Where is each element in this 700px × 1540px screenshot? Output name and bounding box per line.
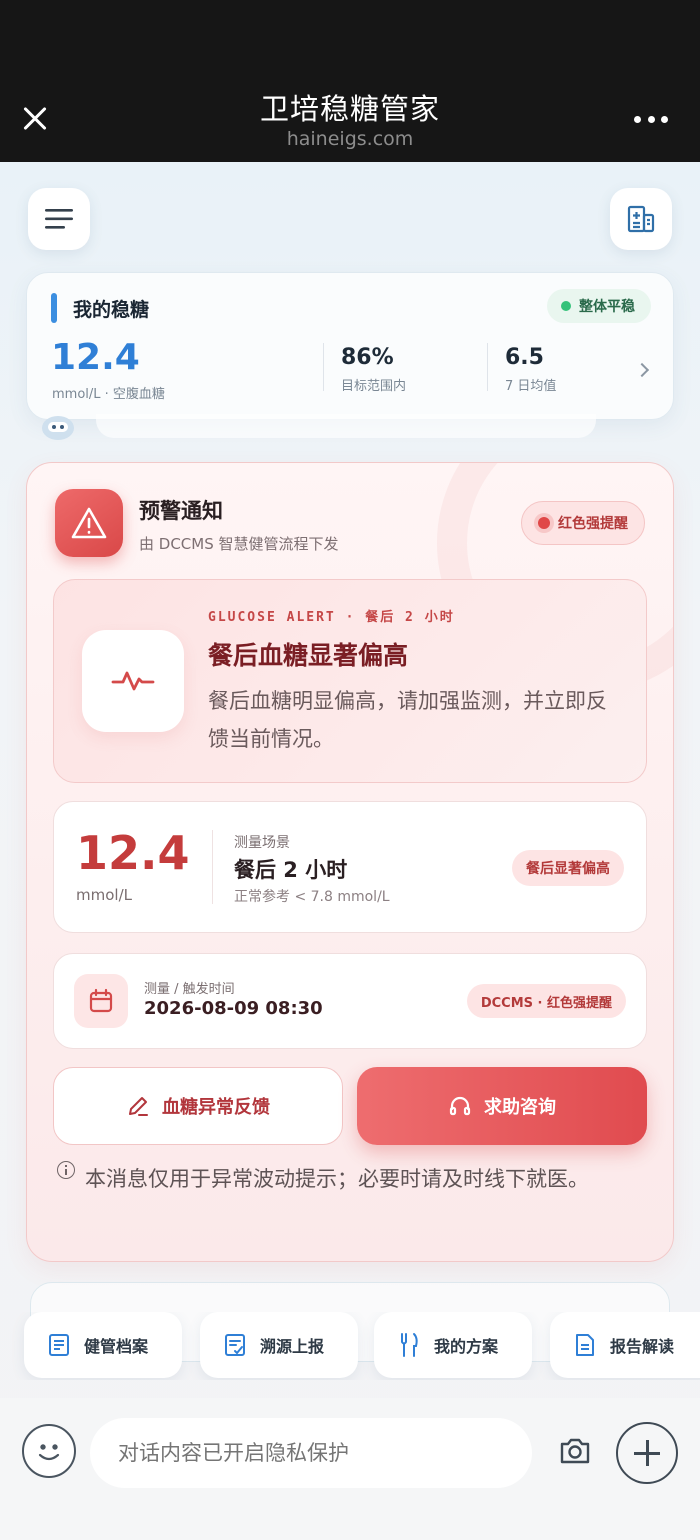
feedback-button[interactable]: 血糖异常反馈 bbox=[53, 1067, 343, 1145]
in-range-value: 86% bbox=[341, 345, 394, 370]
file-icon bbox=[576, 1334, 594, 1356]
source-badge: DCCMS · 红色强提醒 bbox=[466, 984, 626, 1018]
alert-level-badge: 红色强提醒 bbox=[521, 501, 645, 545]
glucose-alert-panel: GLUCOSE ALERT · 餐后 2 小时 餐后血糖显著偏高 餐后血糖明显偏… bbox=[53, 579, 647, 783]
scene-label: 测量场景 bbox=[234, 835, 290, 851]
quick-actions: 健管档案 溯源上报 我的方案 报告解读 bbox=[0, 1312, 700, 1380]
alert-description: 餐后血糖明显偏高，请加强监测，并立即反馈当前情况。 bbox=[208, 689, 607, 751]
warning-icon bbox=[55, 489, 123, 557]
status-dot bbox=[561, 301, 571, 311]
hospital-button[interactable] bbox=[610, 188, 672, 250]
chat-input-bar bbox=[0, 1398, 700, 1540]
hospital-icon bbox=[627, 205, 655, 233]
alert-title: 预警通知 bbox=[139, 499, 223, 523]
headset-icon bbox=[449, 1096, 471, 1116]
fasting-glucose-value: 12.4 bbox=[51, 337, 140, 378]
emoji-icon[interactable] bbox=[22, 1424, 76, 1478]
disclaimer-note: 本消息仅用于异常波动提示；必要时请及时线下就医。 bbox=[85, 1167, 589, 1191]
camera-icon[interactable] bbox=[558, 1434, 592, 1468]
status-badge: 整体平稳 bbox=[547, 289, 651, 323]
summary-title: 我的稳糖 bbox=[73, 299, 150, 321]
measurement-value: 12.4 bbox=[76, 826, 190, 880]
in-range-label: 目标范围内 bbox=[341, 379, 407, 394]
app-domain: haineigs.com bbox=[286, 128, 414, 150]
quick-action-my-plan[interactable]: 我的方案 bbox=[374, 1312, 532, 1378]
scene-value: 餐后 2 小时 bbox=[234, 858, 348, 882]
fasting-glucose-label: mmol/L · 空腹血糖 bbox=[52, 387, 165, 402]
alert-tag: GLUCOSE ALERT · 餐后 2 小时 bbox=[208, 610, 455, 625]
info-icon bbox=[57, 1161, 75, 1179]
document-icon bbox=[49, 1334, 69, 1356]
menu-button[interactable] bbox=[28, 188, 90, 250]
time-value: 2026-08-09 08:30 bbox=[144, 998, 323, 1019]
alert-heading: 餐后血糖显著偏高 bbox=[208, 641, 409, 670]
alert-card: 预警通知 由 DCCMS 智慧健管流程下发 红色强提醒 GLUCOSE ALER… bbox=[26, 462, 674, 1262]
pulse-icon bbox=[82, 630, 184, 732]
avg-label: 7 日均值 bbox=[505, 379, 557, 394]
menu-icon bbox=[45, 209, 73, 229]
avg-value: 6.5 bbox=[505, 345, 544, 370]
quick-action-trace-report[interactable]: 溯源上报 bbox=[200, 1312, 358, 1378]
quick-action-report-reading[interactable]: 报告解读 bbox=[550, 1312, 700, 1378]
robot-avatar-icon bbox=[42, 416, 74, 440]
time-label: 测量 / 触发时间 bbox=[144, 982, 235, 997]
time-card: 测量 / 触发时间 2026-08-09 08:30 DCCMS · 红色强提醒 bbox=[53, 953, 647, 1049]
help-button-label: 求助咨询 bbox=[484, 1097, 556, 1118]
calendar-icon bbox=[74, 974, 128, 1028]
chevron-right-icon[interactable] bbox=[634, 362, 650, 378]
app-title: 卫培稳糖管家 bbox=[259, 92, 440, 126]
more-icon[interactable] bbox=[634, 116, 668, 124]
help-consult-button[interactable]: 求助咨询 bbox=[357, 1067, 647, 1145]
feedback-button-label: 血糖异常反馈 bbox=[162, 1097, 270, 1118]
glucose-summary-card[interactable]: 我的稳糖 整体平稳 12.4 mmol/L · 空腹血糖 86% 目标范围内 6… bbox=[26, 272, 674, 420]
checklist-icon bbox=[225, 1334, 245, 1356]
measurement-unit: mmol/L bbox=[76, 886, 132, 904]
utensils-icon bbox=[401, 1333, 418, 1357]
reference-range: 正常参考 < 7.8 mmol/L bbox=[234, 889, 390, 905]
status-text: 整体平稳 bbox=[579, 299, 635, 315]
quick-action-health-record[interactable]: 健管档案 bbox=[24, 1312, 182, 1378]
level-badge: 餐后显著偏高 bbox=[512, 850, 624, 886]
chat-input[interactable] bbox=[90, 1418, 532, 1488]
alert-subtitle: 由 DCCMS 智慧健管流程下发 bbox=[139, 535, 339, 553]
measurement-card: 12.4 mmol/L 测量场景 餐后 2 小时 正常参考 < 7.8 mmol… bbox=[53, 801, 647, 933]
pencil-icon bbox=[129, 1097, 148, 1116]
title-bar: 卫培稳糖管家 haineigs.com bbox=[0, 0, 700, 162]
add-icon[interactable] bbox=[616, 1422, 678, 1484]
